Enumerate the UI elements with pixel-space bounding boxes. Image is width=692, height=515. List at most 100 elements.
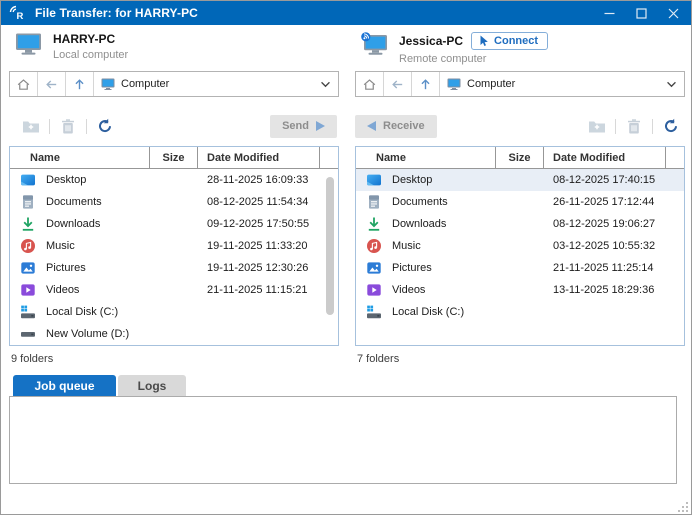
home-button[interactable]: [10, 72, 38, 96]
videos-folder-icon: [20, 282, 36, 298]
local-computer-icon: [15, 32, 42, 56]
file-name: Music: [46, 240, 75, 252]
resize-grip-icon[interactable]: [677, 500, 689, 512]
local-disk-icon: [20, 304, 36, 320]
file-name: Downloads: [392, 218, 447, 230]
home-button[interactable]: [356, 72, 384, 96]
computer-icon: [101, 78, 115, 90]
back-button[interactable]: [38, 72, 66, 96]
receive-button[interactable]: Receive: [355, 114, 437, 138]
up-button[interactable]: [66, 72, 94, 96]
file-name: Desktop: [392, 174, 433, 186]
file-date-modified: 09-12-2025 17:50:55: [207, 218, 310, 230]
file-row[interactable]: Pictures 19-11-2025 12:30:26: [10, 257, 338, 279]
remote-signal-icon: R: [9, 5, 25, 21]
file-row[interactable]: Videos 21-11-2025 11:15:21: [10, 279, 338, 301]
file-name-cell: Pictures: [356, 260, 496, 276]
file-row[interactable]: Desktop 08-12-2025 17:40:15: [356, 169, 684, 191]
file-row[interactable]: Music 19-11-2025 11:33:20: [10, 235, 338, 257]
file-name-cell: Downloads: [10, 216, 150, 232]
file-name-cell: Local Disk (C:): [356, 304, 496, 320]
file-date-modified: 13-11-2025 18:29:36: [553, 284, 655, 296]
scrollbar-thumb[interactable]: [326, 177, 334, 315]
file-row[interactable]: Documents 08-12-2025 11:54:34: [10, 191, 338, 213]
new-folder-icon[interactable]: [21, 117, 41, 135]
volume-icon: [20, 326, 36, 342]
file-name-cell: Music: [10, 238, 150, 254]
toolbar-separator: [86, 118, 87, 134]
column-header-size[interactable]: Size: [150, 147, 198, 168]
connect-button-label: Connect: [494, 35, 539, 47]
remote-path-text: Computer: [467, 78, 516, 90]
music-folder-icon: [366, 238, 382, 254]
file-row[interactable]: Downloads 08-12-2025 19:06:27: [356, 213, 684, 235]
file-date-modified: 08-12-2025 19:06:27: [553, 218, 656, 230]
column-header-name[interactable]: Name: [356, 147, 496, 168]
tab-logs[interactable]: Logs: [118, 375, 186, 396]
remote-folder-count: 7 folders: [357, 353, 400, 365]
remote-computer-label: Remote computer: [399, 53, 487, 65]
window-controls: [593, 1, 689, 25]
up-button[interactable]: [412, 72, 440, 96]
file-name: Local Disk (C:): [46, 306, 119, 318]
file-row[interactable]: Pictures 21-11-2025 11:25:14: [356, 257, 684, 279]
file-date-modified: 08-12-2025 17:40:15: [553, 174, 656, 186]
minimize-button[interactable]: [593, 1, 625, 25]
local-computer-name: HARRY-PC: [53, 32, 116, 46]
file-date-modified: 21-11-2025 11:25:14: [553, 262, 654, 274]
local-path-dropdown[interactable]: Computer: [94, 72, 338, 96]
file-row[interactable]: Documents 26-11-2025 17:12:44: [356, 191, 684, 213]
file-date-modified: 19-11-2025 12:30:26: [207, 262, 309, 274]
new-folder-icon[interactable]: [587, 117, 607, 135]
column-header-date-modified[interactable]: Date Modified: [198, 147, 320, 168]
remote-path-dropdown[interactable]: Computer: [440, 72, 684, 96]
file-date-modified: 21-11-2025 11:15:21: [207, 284, 308, 296]
file-name: Downloads: [46, 218, 101, 230]
close-button[interactable]: [657, 1, 689, 25]
delete-icon[interactable]: [58, 117, 78, 135]
videos-folder-icon: [366, 282, 382, 298]
local-disk-icon: [366, 304, 382, 320]
music-folder-icon: [20, 238, 36, 254]
downloads-folder-icon: [366, 216, 382, 232]
maximize-button[interactable]: [625, 1, 657, 25]
documents-folder-icon: [20, 194, 36, 210]
file-list-header: Name Size Date Modified: [356, 147, 684, 169]
file-name: Desktop: [46, 174, 87, 186]
titlebar: R File Transfer: for HARRY-PC: [1, 1, 691, 25]
back-button[interactable]: [384, 72, 412, 96]
job-queue-panel: [9, 396, 677, 484]
column-header-date-modified[interactable]: Date Modified: [544, 147, 666, 168]
tab-job-queue[interactable]: Job queue: [13, 375, 116, 396]
file-row[interactable]: Music 03-12-2025 10:55:32: [356, 235, 684, 257]
file-list-header: Name Size Date Modified: [10, 147, 338, 169]
file-name: Videos: [392, 284, 426, 296]
file-date-modified: 03-12-2025 10:55:32: [553, 240, 656, 252]
file-row[interactable]: Local Disk (C:): [10, 301, 338, 323]
send-button-label: Send: [282, 120, 309, 132]
local-computer-header: HARRY-PC Local computer: [15, 32, 128, 61]
desktop-folder-icon: [20, 172, 36, 188]
file-row[interactable]: Desktop 28-11-2025 16:09:33: [10, 169, 338, 191]
file-row[interactable]: Downloads 09-12-2025 17:50:55: [10, 213, 338, 235]
file-name: Videos: [46, 284, 80, 296]
send-button[interactable]: Send: [270, 114, 337, 138]
refresh-icon[interactable]: [661, 117, 681, 135]
connect-button[interactable]: Connect: [471, 32, 549, 50]
column-header-name[interactable]: Name: [10, 147, 150, 168]
chevron-down-icon[interactable]: [658, 72, 684, 96]
receive-arrow-icon: [367, 121, 376, 131]
computer-icon: [447, 78, 461, 90]
file-date-modified: 08-12-2025 11:54:34: [207, 196, 309, 208]
refresh-icon[interactable]: [95, 117, 115, 135]
file-name-cell: Desktop: [356, 172, 496, 188]
chevron-down-icon[interactable]: [312, 72, 338, 96]
file-row[interactable]: Videos 13-11-2025 18:29:36: [356, 279, 684, 301]
file-row[interactable]: New Volume (D:): [10, 323, 338, 345]
column-header-size[interactable]: Size: [496, 147, 544, 168]
file-name: Documents: [392, 196, 448, 208]
delete-icon[interactable]: [624, 117, 644, 135]
file-row[interactable]: Local Disk (C:): [356, 301, 684, 323]
downloads-folder-icon: [20, 216, 36, 232]
file-date-modified: 28-11-2025 16:09:33: [207, 174, 309, 186]
